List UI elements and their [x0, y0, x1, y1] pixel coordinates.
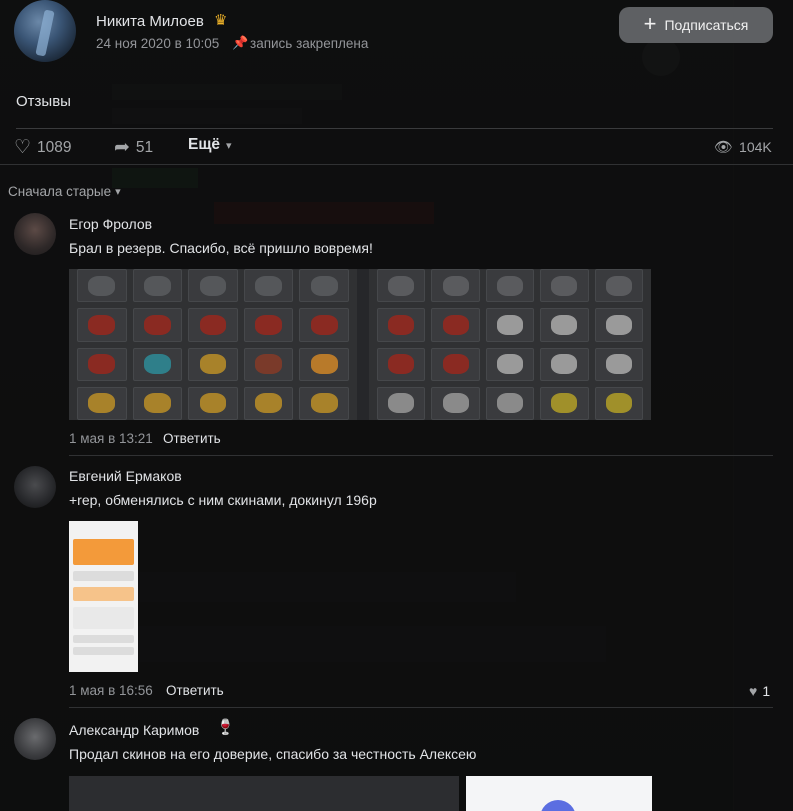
more-button[interactable]: Ещё ▾ — [188, 136, 232, 154]
like-count: 1089 — [37, 138, 72, 156]
views-count: 104K — [739, 139, 772, 155]
phone-screenshot-row — [73, 571, 134, 581]
phone-screenshot-row — [73, 647, 134, 655]
comment-text: Продал скинов на его доверие, спасибо за… — [69, 746, 477, 762]
chevron-down-icon: ▾ — [226, 139, 232, 152]
phone-screenshot-row — [73, 587, 134, 601]
comment-time[interactable]: 1 мая в 16:56 — [69, 683, 153, 698]
comment-avatar[interactable] — [14, 213, 56, 255]
divider — [69, 455, 773, 456]
phone-screenshot-row — [73, 635, 134, 643]
post-date[interactable]: 24 ноя 2020 в 10:05 — [96, 36, 219, 51]
comment-like-count: 1 — [762, 683, 771, 699]
post-text: Отзывы — [16, 93, 71, 110]
comment-text: +rep, обменялись с ним скинами, докинул … — [69, 492, 377, 508]
pin-icon: 📌 — [232, 35, 249, 50]
crown-icon: ♛ — [214, 12, 228, 29]
sort-dropdown[interactable]: Сначала старые ▾ — [8, 184, 121, 199]
author-name[interactable]: Никита Милоев — [96, 13, 204, 30]
post-view: Никита Милоев ♛ 24 ноя 2020 в 10:05 📌 за… — [0, 0, 793, 811]
comment-photo[interactable] — [466, 776, 652, 811]
comment-author[interactable]: Александр Каримов — [69, 722, 199, 738]
comment-text: Брал в резерв. Спасибо, всё пришло вовре… — [69, 240, 373, 256]
share-count: 51 — [135, 138, 154, 156]
comment-like-button[interactable]: ♥ 1 — [749, 683, 770, 699]
sort-label: Сначала старые — [8, 184, 112, 199]
eye-icon: 👁 — [714, 139, 734, 156]
more-label: Ещё — [188, 136, 221, 153]
comment-photo[interactable] — [69, 269, 651, 420]
comment-time[interactable]: 1 мая в 13:21 — [69, 431, 153, 446]
subscribe-button[interactable]: + Подписаться — [619, 7, 773, 43]
chevron-down-icon: ▾ — [115, 186, 121, 198]
phone-screenshot-balance-card — [73, 539, 134, 565]
heart-icon: ♡ — [14, 137, 32, 158]
divider — [16, 128, 773, 129]
views-counter: 👁 104K — [714, 138, 772, 156]
comment-author[interactable]: Егор Фролов — [69, 216, 152, 232]
share-button[interactable]: ➦ 51 — [114, 136, 153, 159]
reply-button[interactable]: Ответить — [163, 431, 221, 446]
heart-icon: ♥ — [749, 683, 758, 699]
comment-avatar[interactable] — [14, 718, 56, 760]
comment-photo[interactable] — [69, 521, 138, 672]
plus-icon: + — [643, 11, 657, 36]
comment-photo[interactable] — [69, 776, 459, 811]
inventory-screenshot-right — [369, 269, 651, 420]
comment-avatar[interactable] — [14, 466, 56, 508]
inventory-screenshot-left — [69, 269, 357, 420]
phone-screenshot-row — [73, 607, 134, 629]
like-button[interactable]: ♡ 1089 — [14, 136, 72, 159]
divider — [0, 164, 793, 165]
pinned-label: запись закреплена — [250, 36, 369, 51]
author-avatar[interactable] — [14, 0, 76, 62]
subscribe-label: Подписаться — [664, 17, 749, 33]
divider — [69, 707, 773, 708]
wine-glass-icon: 🍷 — [216, 719, 235, 736]
share-icon: ➦ — [114, 137, 130, 158]
reply-button[interactable]: Ответить — [166, 683, 224, 698]
comment-author[interactable]: Евгений Ермаков — [69, 468, 182, 484]
photo-blue-circle — [540, 800, 576, 811]
